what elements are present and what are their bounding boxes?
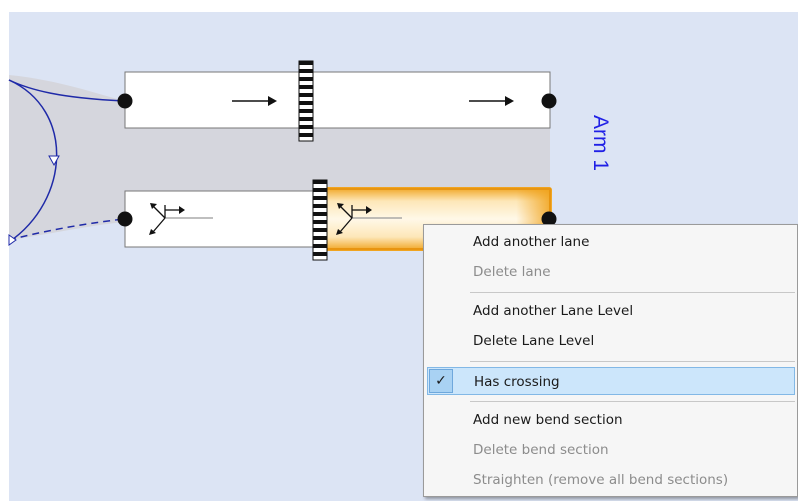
menu-item-add-another-lane-level[interactable]: Add another Lane Level bbox=[427, 297, 795, 325]
menu-item-has-crossing[interactable]: ✓ Has crossing bbox=[427, 367, 795, 395]
context-menu: Add another lane Delete lane Add another… bbox=[423, 224, 798, 497]
menu-item-straighten[interactable]: Straighten (remove all bend sections) bbox=[427, 466, 795, 494]
menu-separator bbox=[470, 361, 795, 362]
menu-item-delete-bend-section[interactable]: Delete bend section bbox=[427, 436, 795, 464]
menu-separator bbox=[470, 401, 795, 402]
menu-item-label: Has crossing bbox=[474, 374, 560, 390]
menu-item-add-another-lane[interactable]: Add another lane bbox=[427, 228, 795, 256]
check-icon: ✓ bbox=[429, 369, 453, 393]
menu-item-add-new-bend-section[interactable]: Add new bend section bbox=[427, 406, 795, 434]
menu-item-delete-lane[interactable]: Delete lane bbox=[427, 258, 795, 286]
lane-node bbox=[117, 93, 133, 109]
lane-node bbox=[541, 93, 557, 109]
arm-label[interactable]: Arm 1 bbox=[588, 115, 612, 171]
lane-node bbox=[117, 211, 133, 227]
top-lane bbox=[124, 71, 551, 129]
menu-separator bbox=[470, 292, 795, 293]
menu-item-delete-lane-level[interactable]: Delete Lane Level bbox=[427, 327, 795, 355]
